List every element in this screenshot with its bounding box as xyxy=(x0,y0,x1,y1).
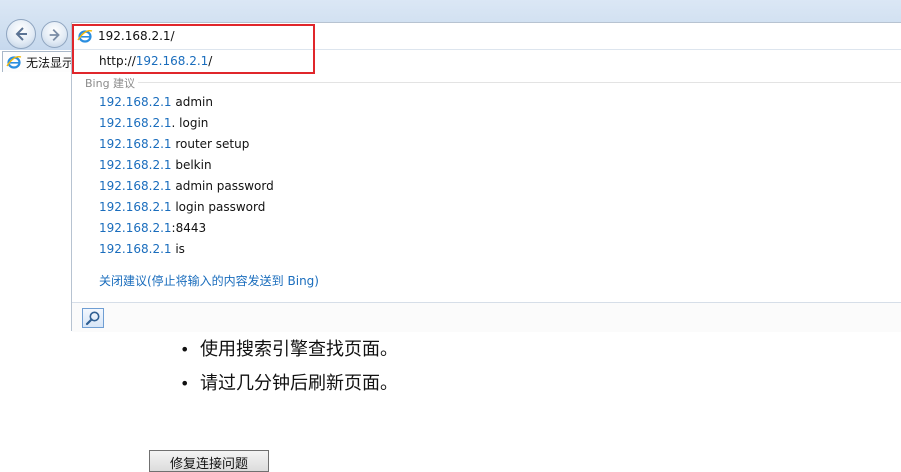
suggestion-item[interactable]: 192.168.2.1 admin xyxy=(99,95,274,116)
magnifier-icon xyxy=(85,311,100,326)
suggestion-query: 192.168.2.1 xyxy=(99,242,172,256)
suggestion-item[interactable]: 192.168.2.1. login xyxy=(99,116,274,137)
suggestion-query: 192.168.2.1 xyxy=(99,158,172,172)
suggestion-rest: login password xyxy=(171,200,266,214)
suggestion-rest: admin password xyxy=(171,179,274,193)
suggestion-rest: belkin xyxy=(171,158,212,172)
suggestion-rest: is xyxy=(171,242,185,256)
suggestion-query: 192.168.2.1 xyxy=(99,200,172,214)
suggestion-list: 192.168.2.1 admin 192.168.2.1. login 192… xyxy=(99,95,274,263)
suggestion-item[interactable]: 192.168.2.1 router setup xyxy=(99,137,274,158)
suggestion-item[interactable]: 192.168.2.1 is xyxy=(99,242,274,263)
dropdown-footer xyxy=(72,302,901,332)
suggestion-item[interactable]: 192.168.2.1 admin password xyxy=(99,179,274,200)
tab-title: 无法显示此页 xyxy=(26,55,74,70)
bing-suggestions-header: Bing 建议 xyxy=(85,77,136,90)
suggestion-query: 192.168.2.1 xyxy=(99,95,172,109)
suggestion-query: 192.168.2.1 xyxy=(99,179,172,193)
divider xyxy=(138,82,901,83)
search-button[interactable] xyxy=(82,308,104,328)
forward-arrow-icon xyxy=(49,28,60,41)
suggestion-rest: router setup xyxy=(171,137,250,151)
suggestion-query: 192.168.2.1 xyxy=(99,116,172,130)
suggestion-item[interactable]: 192.168.2.1:8443 xyxy=(99,221,274,242)
back-button[interactable] xyxy=(6,19,36,49)
close-suggestions-link[interactable]: 关闭建议(停止将输入的内容发送到 Bing) xyxy=(99,272,319,289)
suggestion-rest: :8443 xyxy=(171,221,207,235)
suggestion-rest: admin xyxy=(171,95,213,109)
list-item: 请过几分钟后刷新页面。 xyxy=(180,372,398,406)
suggestion-rest: . login xyxy=(171,116,209,130)
troubleshooting-list: 使用搜索引擎查找页面。 请过几分钟后刷新页面。 xyxy=(180,338,398,406)
suggestion-item[interactable]: 192.168.2.1 login password xyxy=(99,200,274,221)
ie-icon xyxy=(6,56,22,69)
suggestion-query: 192.168.2.1 xyxy=(99,137,172,151)
highlight-annotation-box xyxy=(72,24,315,74)
suggestion-item[interactable]: 192.168.2.1 belkin xyxy=(99,158,274,179)
forward-button[interactable] xyxy=(41,21,68,48)
suggestion-query: 192.168.2.1 xyxy=(99,221,172,235)
tab-current[interactable]: 无法显示此页 xyxy=(2,51,74,72)
back-arrow-icon xyxy=(15,27,27,41)
list-item: 使用搜索引擎查找页面。 xyxy=(180,338,398,372)
